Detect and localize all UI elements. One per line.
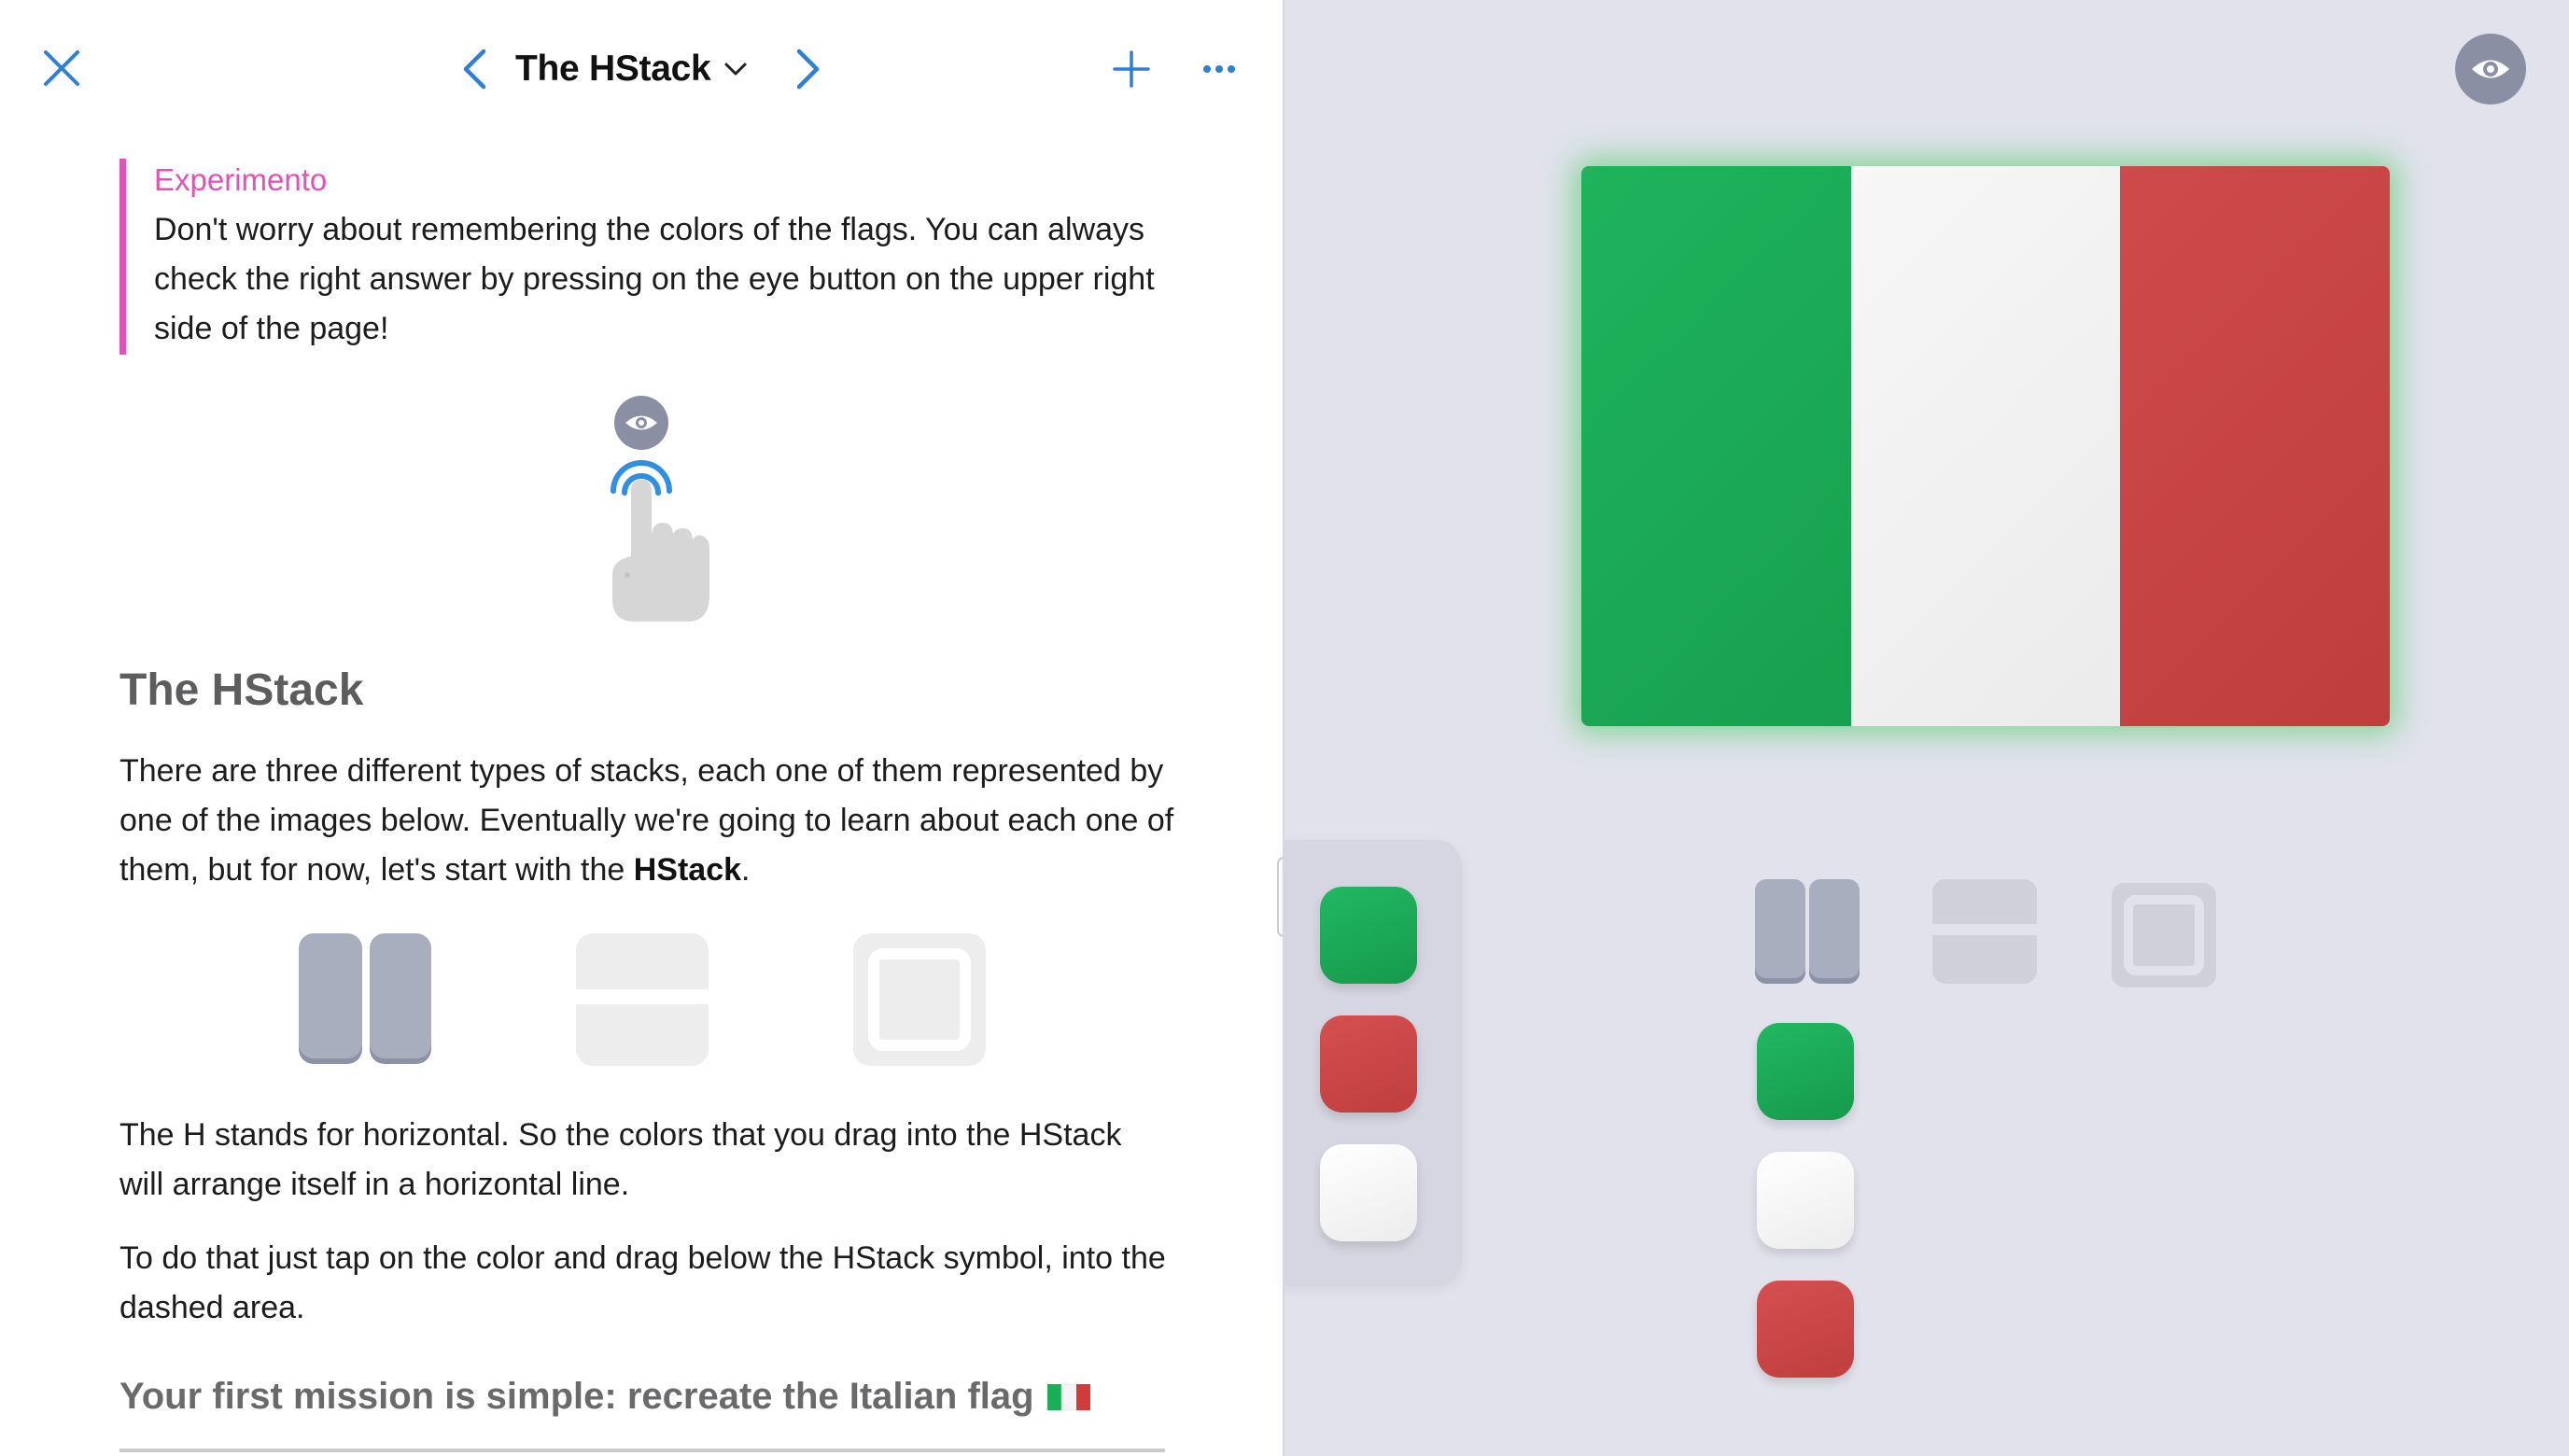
callout-label: Experimento <box>154 162 328 197</box>
experiment-callout: Experimento Don't worry about rememberin… <box>119 159 1165 355</box>
drag-instructions: To do that just tap on the color and dra… <box>119 1240 1166 1325</box>
section-heading: The HStack <box>119 665 364 715</box>
page-title: The HStack <box>515 49 711 89</box>
section-divider <box>119 1449 1165 1452</box>
flag-stripe-red <box>2120 166 2390 726</box>
previous-page-button[interactable] <box>452 39 497 99</box>
plus-icon <box>1113 50 1150 88</box>
close-button[interactable] <box>34 37 90 99</box>
vstack-icon <box>574 931 710 1068</box>
intro-text-end: . <box>741 852 751 888</box>
next-page-button[interactable] <box>786 39 831 99</box>
tap-eye-illustration <box>597 392 728 625</box>
zstack-selector-icon[interactable] <box>2110 881 2218 989</box>
eye-icon <box>2472 60 2509 78</box>
answer-swatch-red[interactable] <box>1757 1281 1854 1378</box>
horizontal-explanation: The H stands for horizontal. So the colo… <box>119 1117 1122 1202</box>
ellipsis-icon <box>1203 65 1235 73</box>
intro-bold-term: HStack <box>633 852 742 888</box>
navigation-bar: The HStack <box>0 0 1283 138</box>
flag-stripe-green <box>1581 166 1851 726</box>
chevron-down-icon <box>724 63 747 76</box>
page-title-menu[interactable]: The HStack <box>515 41 748 97</box>
hstack-icon <box>297 931 433 1068</box>
add-button[interactable] <box>1105 39 1158 99</box>
callout-text: Don't worry about remembering the colors… <box>154 212 1155 346</box>
vstack-selector-icon[interactable] <box>1930 877 2039 986</box>
stack-types-row <box>297 931 988 1071</box>
tap-hand-icon <box>611 396 709 622</box>
zstack-icon <box>851 931 988 1068</box>
italian-flag-icon <box>1046 1383 1090 1410</box>
answer-swatch-white[interactable] <box>1757 1152 1854 1249</box>
intro-paragraph: There are three different types of stack… <box>119 747 1174 895</box>
palette-swatch-green[interactable] <box>1320 887 1417 984</box>
mission-text: Your first mission is simple: recreate t… <box>119 1376 1034 1417</box>
answer-swatch-green[interactable] <box>1757 1023 1854 1120</box>
hstack-selector-icon[interactable] <box>1753 877 1861 986</box>
italian-flag-preview <box>1581 166 2390 726</box>
palette-swatch-white[interactable] <box>1320 1144 1417 1241</box>
more-options-button[interactable] <box>1195 39 1243 99</box>
lesson-pane: The HStack Experimento Don't worry about… <box>0 0 1283 1456</box>
palette-swatch-red[interactable] <box>1320 1015 1417 1113</box>
chevron-left-icon <box>463 49 486 90</box>
show-answer-button[interactable] <box>2455 34 2526 105</box>
chevron-right-icon <box>796 49 820 90</box>
mission-heading: Your first mission is simple: recreate t… <box>119 1376 1090 1418</box>
flag-stripe-white <box>1850 166 2121 726</box>
close-icon <box>44 50 79 86</box>
